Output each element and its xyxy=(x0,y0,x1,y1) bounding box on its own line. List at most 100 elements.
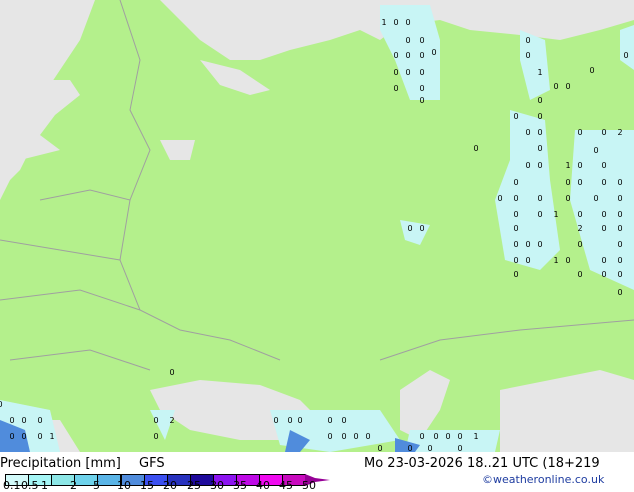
precip-value: 1 xyxy=(537,68,542,77)
precip-value: 0 xyxy=(327,432,332,441)
precip-value: 0 xyxy=(407,224,412,233)
precip-value: 0 xyxy=(353,432,358,441)
credit-link[interactable]: ©weatheronline.co.uk xyxy=(482,473,604,486)
precip-value: 0 xyxy=(565,256,570,265)
precip-value: 0 xyxy=(513,178,518,187)
precip-value: 0 xyxy=(21,416,26,425)
precip-value: 1 xyxy=(49,432,54,441)
precip-value: 0 xyxy=(565,194,570,203)
precip-value: 0 xyxy=(37,416,42,425)
precip-value: 0 xyxy=(513,210,518,219)
legend-tick: 10 xyxy=(117,479,131,492)
precip-value: 1 xyxy=(553,210,558,219)
precip-value: 0 xyxy=(513,256,518,265)
precip-value: 0 xyxy=(169,368,174,377)
precip-value: 2 xyxy=(617,128,622,137)
precip-value: 1 xyxy=(473,432,478,441)
precip-value: 0 xyxy=(431,48,436,57)
precip-value: 0 xyxy=(617,256,622,265)
precip-value: 0 xyxy=(419,96,424,105)
precip-value: 0 xyxy=(365,432,370,441)
legend-tick: 1 xyxy=(41,479,48,492)
precip-value: 0 xyxy=(433,432,438,441)
precip-value: 0 xyxy=(513,194,518,203)
precip-value: 0 xyxy=(393,18,398,27)
precip-value: 0 xyxy=(419,432,424,441)
precip-value: 0 xyxy=(601,270,606,279)
precip-value: 0 xyxy=(341,432,346,441)
precip-value: 0 xyxy=(427,444,432,452)
precip-value: 0 xyxy=(577,270,582,279)
precip-value: 0 xyxy=(525,161,530,170)
precip-value: 0 xyxy=(617,240,622,249)
legend-title: Precipitation [mm] xyxy=(0,456,121,471)
precip-value: 0 xyxy=(617,194,622,203)
precip-value: 0 xyxy=(419,51,424,60)
precip-value: 0 xyxy=(419,36,424,45)
precip-value: 0 xyxy=(419,84,424,93)
precip-value: 0 xyxy=(405,36,410,45)
precip-value: 0 xyxy=(589,66,594,75)
precip-value: 0 xyxy=(273,416,278,425)
precip-value: 0 xyxy=(601,224,606,233)
precip-value: 0 xyxy=(565,178,570,187)
precip-value: 0 xyxy=(37,432,42,441)
precip-value: 0 xyxy=(593,146,598,155)
precip-value: 0 xyxy=(21,432,26,441)
model-name: GFS xyxy=(139,456,165,471)
precip-value: 0 xyxy=(537,96,542,105)
precip-value: 0 xyxy=(537,240,542,249)
precip-value: 0 xyxy=(601,210,606,219)
precip-value: 0 xyxy=(327,416,332,425)
precip-value: 0 xyxy=(419,224,424,233)
precip-value: 0 xyxy=(407,444,412,452)
precip-value: 0 xyxy=(623,51,628,60)
precip-value: 0 xyxy=(393,84,398,93)
precip-value: 0 xyxy=(617,270,622,279)
legend-tick: 30 xyxy=(210,479,224,492)
forecast-datetime: Mo 23-03-2026 18..21 UTC (18+219 xyxy=(364,456,600,471)
precipitation-map: 1 0 00 000 0 00 0 00 000010 00000 00 0 0 0 2000 0 1 0000 0… xyxy=(0,0,634,452)
precip-value: 0 xyxy=(419,68,424,77)
precip-value: 0 xyxy=(287,416,292,425)
precip-value: 0 xyxy=(513,270,518,279)
precip-value: 0 xyxy=(537,112,542,121)
precip-value: 0 xyxy=(577,240,582,249)
precip-value: 0 xyxy=(565,82,570,91)
legend-tick: 0.5 xyxy=(21,479,39,492)
precip-value: 2 xyxy=(577,224,582,233)
precip-value: 0 xyxy=(445,432,450,441)
precip-value: 0 xyxy=(537,210,542,219)
precip-value: 0 xyxy=(601,256,606,265)
precip-value: 0 xyxy=(473,144,478,153)
precip-value: 0 xyxy=(405,68,410,77)
precip-value: 0 xyxy=(525,256,530,265)
precip-value: 0 xyxy=(617,210,622,219)
precip-value: 1 xyxy=(565,161,570,170)
legend-tick: 45 xyxy=(279,479,293,492)
precip-value: 0 xyxy=(577,161,582,170)
precip-value: 0 xyxy=(513,112,518,121)
precip-value: 0 xyxy=(537,161,542,170)
precip-value: 1 xyxy=(381,18,386,27)
precip-value: 0 xyxy=(617,224,622,233)
legend-tick: 35 xyxy=(233,479,247,492)
precip-value: 0 xyxy=(617,178,622,187)
precip-value: 0 xyxy=(513,224,518,233)
legend-tick: 50 xyxy=(302,479,316,492)
legend-tick: 0.1 xyxy=(3,479,21,492)
precip-value: 0 xyxy=(553,82,558,91)
precip-value: 0 xyxy=(537,144,542,153)
precip-value: 0 xyxy=(153,416,158,425)
precip-value: 0 xyxy=(153,432,158,441)
precip-value: 0 xyxy=(393,68,398,77)
precip-value: 0 xyxy=(577,210,582,219)
precip-value: 0 xyxy=(497,194,502,203)
precip-value: 0 xyxy=(297,416,302,425)
precip-value: 0 xyxy=(537,128,542,137)
precip-value: 0 xyxy=(405,18,410,27)
precip-value: 0 xyxy=(601,178,606,187)
precip-value: 0 xyxy=(393,51,398,60)
precip-value: 0 xyxy=(457,432,462,441)
legend-tick: 2 xyxy=(70,479,77,492)
